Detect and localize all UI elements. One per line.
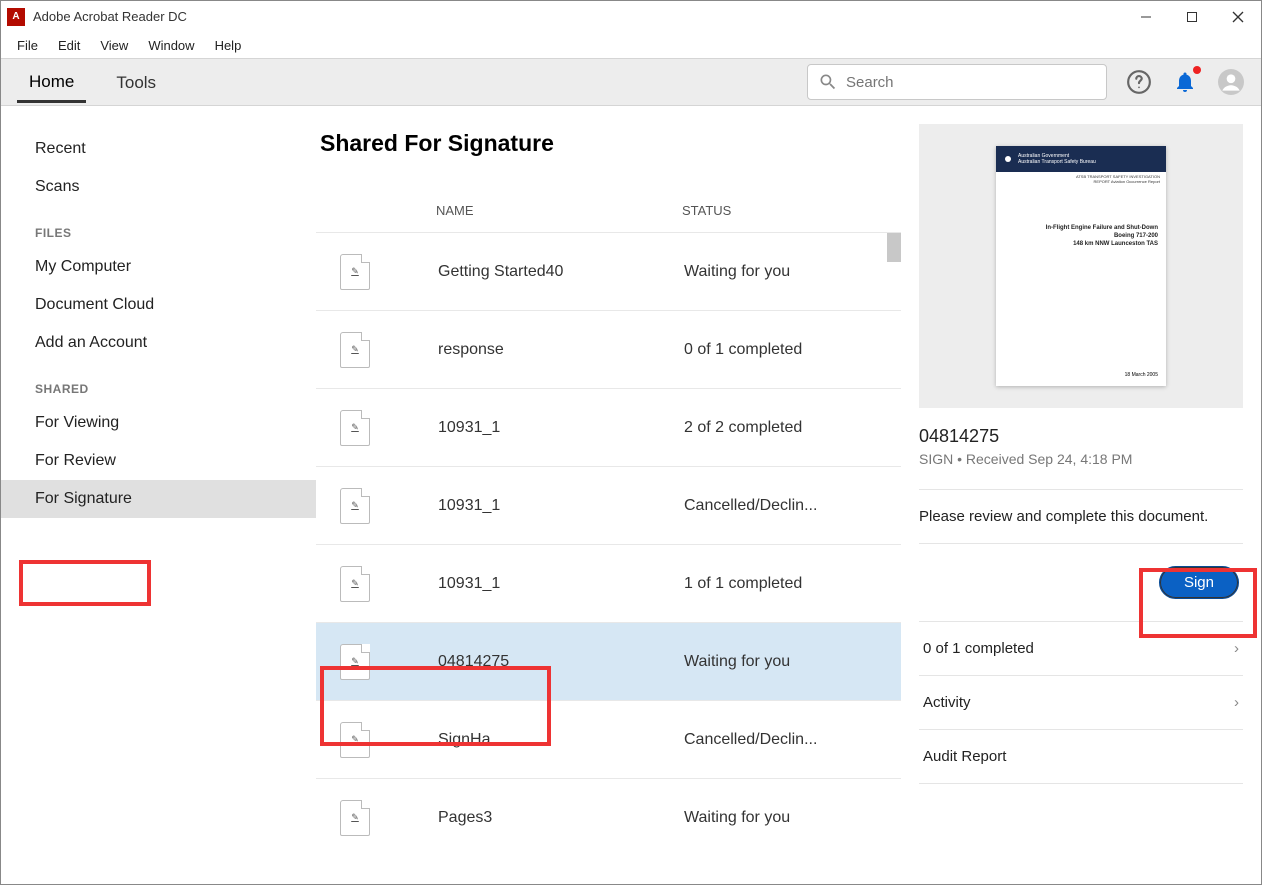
doc-status: Waiting for you [684,809,790,827]
detail-message: Please review and complete this document… [919,489,1243,544]
doc-icon: ✎ [340,254,370,290]
doc-icon: ✎ [340,800,370,836]
table-row[interactable]: ✎ SignHa Cancelled/Declin... [316,700,901,778]
detail-audit-row[interactable]: Audit Report [919,730,1243,784]
sidebar-for-signature[interactable]: For Signature [1,480,316,518]
menubar: File Edit View Window Help [1,32,1261,58]
doc-name: response [438,341,684,359]
sidebar: Recent Scans FILES My Computer Document … [1,106,316,884]
list-header: NAME STATUS [316,203,901,232]
detail-activity: Activity [923,694,971,711]
help-icon[interactable] [1125,68,1153,96]
sign-button[interactable]: Sign [1159,566,1239,599]
window-title: Adobe Acrobat Reader DC [33,9,1123,24]
doc-icon: ✎ [340,410,370,446]
table-row[interactable]: ✎ 10931_1 1 of 1 completed [316,544,901,622]
doc-name: 10931_1 [438,575,684,593]
page-title: Shared For Signature [316,130,901,157]
doc-icon: ✎ [340,332,370,368]
sign-row: Sign [919,544,1243,622]
thumb-bureau: Australian Transport Safety Bureau [1018,159,1096,165]
sidebar-my-computer[interactable]: My Computer [1,248,316,286]
thumb-substrip: ATSB TRANSPORT SAFETY INVESTIGATIONREPOR… [996,172,1166,184]
doc-status: Cancelled/Declin... [684,497,817,515]
table-row[interactable]: ✎ Getting Started40 Waiting for you [316,232,901,310]
doc-status: 0 of 1 completed [684,341,802,359]
chevron-right-icon: › [1234,694,1239,711]
doc-status: 2 of 2 completed [684,419,802,437]
sidebar-scans[interactable]: Scans [1,168,316,206]
doc-icon: ✎ [340,488,370,524]
menu-file[interactable]: File [7,34,48,57]
col-name[interactable]: NAME [436,203,682,218]
main: Recent Scans FILES My Computer Document … [1,106,1261,884]
tabsbar: Home Tools [1,58,1261,106]
doc-status: Waiting for you [684,653,790,671]
sidebar-add-account[interactable]: Add an Account [1,324,316,362]
detail-activity-row[interactable]: Activity › [919,676,1243,730]
table-row[interactable]: ✎ response 0 of 1 completed [316,310,901,388]
detail-meta: SIGN • Received Sep 24, 4:18 PM [919,451,1243,467]
doc-icon: ✎ [340,644,370,680]
col-status[interactable]: STATUS [682,203,731,218]
doc-name: SignHa [438,731,684,749]
doc-status: Waiting for you [684,263,790,281]
doc-icon: ✎ [340,722,370,758]
minimize-button[interactable] [1123,1,1169,32]
tab-tools[interactable]: Tools [104,63,168,101]
account-icon[interactable] [1217,68,1245,96]
thumbnail-box: Australian Government Australian Transpo… [919,124,1243,408]
table-row[interactable]: ✎ 10931_1 Cancelled/Declin... [316,466,901,544]
menu-edit[interactable]: Edit [48,34,90,57]
content: Shared For Signature NAME STATUS ✎ Getti… [316,106,901,884]
menu-window[interactable]: Window [138,34,204,57]
notifications-icon[interactable] [1171,68,1199,96]
sidebar-for-viewing[interactable]: For Viewing [1,404,316,442]
doc-name: Pages3 [438,809,684,827]
searchbox[interactable] [807,64,1107,100]
document-thumbnail[interactable]: Australian Government Australian Transpo… [996,146,1166,386]
doc-name: Getting Started40 [438,263,684,281]
sidebar-files-heading: FILES [1,206,316,248]
doc-status: Cancelled/Declin... [684,731,817,749]
detail-panel: Australian Government Australian Transpo… [901,106,1261,884]
sidebar-shared-heading: SHARED [1,362,316,404]
close-button[interactable] [1215,1,1261,32]
doc-name: 10931_1 [438,497,684,515]
tab-home[interactable]: Home [17,62,86,103]
thumb-date: 18 March 2005 [996,372,1166,386]
sidebar-for-review[interactable]: For Review [1,442,316,480]
maximize-button[interactable] [1169,1,1215,32]
doc-name: 10931_1 [438,419,684,437]
table-row-selected[interactable]: ✎ 04814275 Waiting for you [316,622,901,700]
doc-name: 04814275 [438,653,684,671]
menu-help[interactable]: Help [205,34,252,57]
table-row[interactable]: ✎ Pages3 Waiting for you [316,778,901,856]
crest-icon [1002,153,1014,165]
doc-status: 1 of 1 completed [684,575,802,593]
search-icon [818,72,838,92]
detail-title: 04814275 [919,426,1243,447]
menu-view[interactable]: View [90,34,138,57]
doc-icon: ✎ [340,566,370,602]
doc-list: ✎ Getting Started40 Waiting for you ✎ re… [316,232,901,884]
thumb-line1: In-Flight Engine Failure and Shut-Down [1004,224,1158,232]
sidebar-document-cloud[interactable]: Document Cloud [1,286,316,324]
detail-completed: 0 of 1 completed [923,640,1034,657]
titlebar: A Adobe Acrobat Reader DC [1,1,1261,32]
thumb-line2: Boeing 717-200 [1004,232,1158,240]
thumb-line3: 148 km NNW Launceston TAS [1004,240,1158,248]
detail-audit: Audit Report [923,748,1006,765]
search-input[interactable] [846,74,1096,91]
chevron-right-icon: › [1234,640,1239,657]
table-row[interactable]: ✎ 10931_1 2 of 2 completed [316,388,901,466]
notification-dot [1193,66,1201,74]
detail-completed-row[interactable]: 0 of 1 completed › [919,622,1243,676]
sidebar-recent[interactable]: Recent [1,130,316,168]
app-icon: A [7,8,25,26]
